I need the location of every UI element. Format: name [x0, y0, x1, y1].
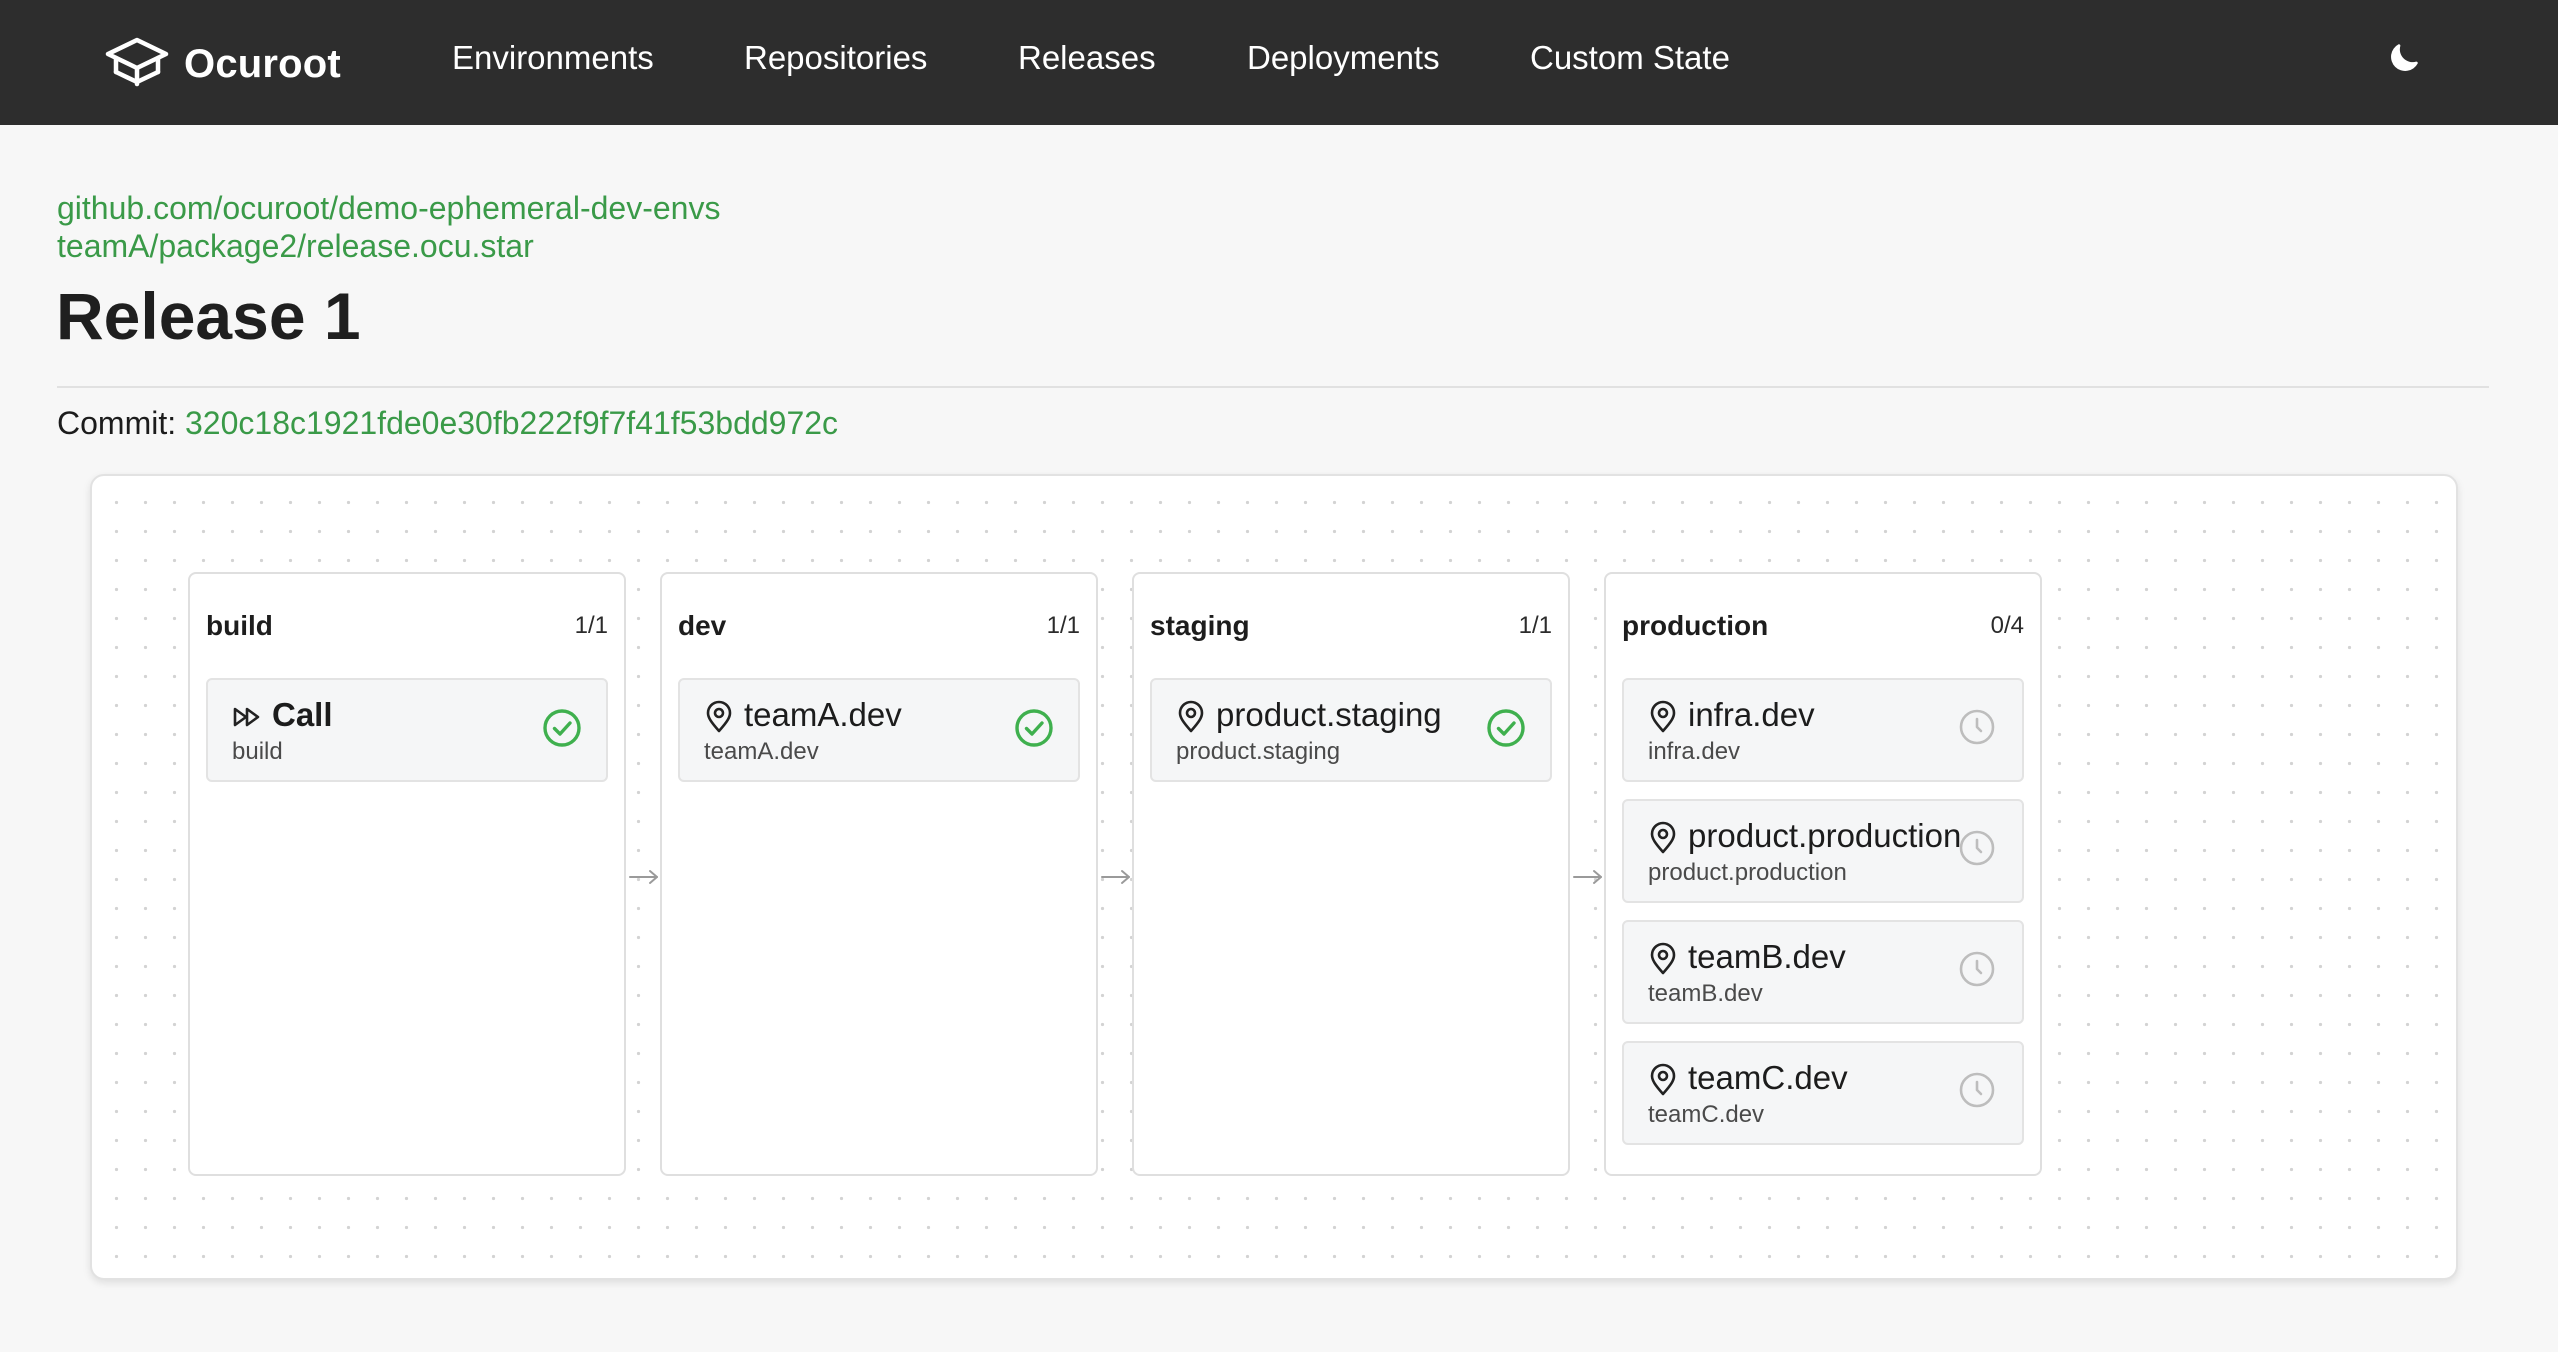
page-title: Release 1: [56, 279, 361, 353]
stage-name: build: [206, 610, 273, 641]
nav-environments[interactable]: Environments: [452, 36, 654, 80]
commit-label: Commit:: [57, 405, 185, 441]
arrow-right-icon: [628, 868, 660, 886]
task-subtitle: teamB.dev: [1648, 980, 1763, 1007]
location-pin-icon: [1648, 700, 1678, 734]
ocuroot-logo-icon: [104, 36, 170, 93]
brand-name: Ocuroot: [184, 41, 341, 86]
pending-clock-icon: [1958, 950, 1996, 988]
task-title: teamB.dev: [1688, 938, 1846, 975]
top-navbar: Ocuroot Environments Repositories Releas…: [0, 0, 2558, 125]
pipeline-canvas[interactable]: build 1/1 Call build dev 1/1 teamA.dev t…: [90, 474, 2458, 1280]
location-pin-icon: [1176, 700, 1206, 734]
success-check-icon: [1486, 708, 1526, 748]
stage-dev: dev 1/1 teamA.dev teamA.dev: [660, 572, 1098, 1176]
package-file-link[interactable]: teamA/package2/release.ocu.star: [57, 228, 534, 265]
task-title: teamC.dev: [1688, 1059, 1848, 1096]
task-title: product.staging: [1216, 696, 1442, 733]
arrow-right-icon: [1572, 868, 1604, 886]
commit-hash-link[interactable]: 320c18c1921fde0e30fb222f9f7f41f53bdd972c: [185, 405, 838, 441]
repo-link[interactable]: github.com/ocuroot/demo-ephemeral-dev-en…: [57, 190, 720, 227]
location-pin-icon: [1648, 942, 1678, 976]
stage-name: production: [1622, 610, 1769, 641]
task-card-teama-dev[interactable]: teamA.dev teamA.dev: [678, 678, 1080, 782]
task-subtitle: infra.dev: [1648, 738, 1741, 765]
stage-progress-count: 0/4: [1990, 612, 2024, 639]
task-subtitle: product.staging: [1176, 738, 1341, 765]
stage-production: production 0/4 infra.dev infra.dev produ…: [1604, 572, 2042, 1176]
stage-name: staging: [1150, 610, 1250, 641]
stage-name: dev: [678, 610, 727, 641]
nav-repositories[interactable]: Repositories: [744, 36, 927, 80]
pending-clock-icon: [1958, 1071, 1996, 1109]
task-title: product.production: [1688, 817, 1962, 854]
header-divider: [57, 386, 2489, 388]
task-card-teamb-dev[interactable]: teamB.dev teamB.dev: [1622, 920, 2024, 1024]
task-subtitle: build: [232, 738, 283, 765]
task-card-product-production[interactable]: product.production product.production: [1622, 799, 2024, 903]
stage-staging: staging 1/1 product.staging product.stag…: [1132, 572, 1570, 1176]
pending-clock-icon: [1958, 829, 1996, 867]
location-pin-icon: [704, 700, 734, 734]
success-check-icon: [1014, 708, 1054, 748]
stage-progress-count: 1/1: [574, 612, 608, 639]
stage-build: build 1/1 Call build: [188, 572, 626, 1176]
task-card-build-call[interactable]: Call build: [206, 678, 608, 782]
task-card-product-staging[interactable]: product.staging product.staging: [1150, 678, 1552, 782]
success-check-icon: [542, 708, 582, 748]
nav-custom-state[interactable]: Custom State: [1530, 36, 1730, 80]
brand-link[interactable]: Ocuroot: [104, 34, 341, 94]
stage-progress-count: 1/1: [1518, 612, 1552, 639]
task-subtitle: teamC.dev: [1648, 1101, 1765, 1128]
location-pin-icon: [1648, 821, 1678, 855]
nav-releases[interactable]: Releases: [1018, 36, 1156, 80]
task-title: infra.dev: [1688, 696, 1815, 733]
task-subtitle: teamA.dev: [704, 738, 819, 765]
pending-clock-icon: [1958, 708, 1996, 746]
fast-forward-icon: [232, 700, 262, 734]
task-card-teamc-dev[interactable]: teamC.dev teamC.dev: [1622, 1041, 2024, 1145]
nav-deployments[interactable]: Deployments: [1247, 36, 1440, 80]
stage-progress-count: 1/1: [1046, 612, 1080, 639]
location-pin-icon: [1648, 1063, 1678, 1097]
theme-toggle-button[interactable]: [2380, 36, 2428, 84]
task-title: Call: [272, 696, 333, 733]
task-card-infra-dev[interactable]: infra.dev infra.dev: [1622, 678, 2024, 782]
arrow-right-icon: [1100, 868, 1132, 886]
task-subtitle: product.production: [1648, 859, 1847, 886]
moon-icon: [2387, 41, 2421, 80]
task-title: teamA.dev: [744, 696, 902, 733]
commit-line: Commit: 320c18c1921fde0e30fb222f9f7f41f5…: [57, 403, 838, 443]
